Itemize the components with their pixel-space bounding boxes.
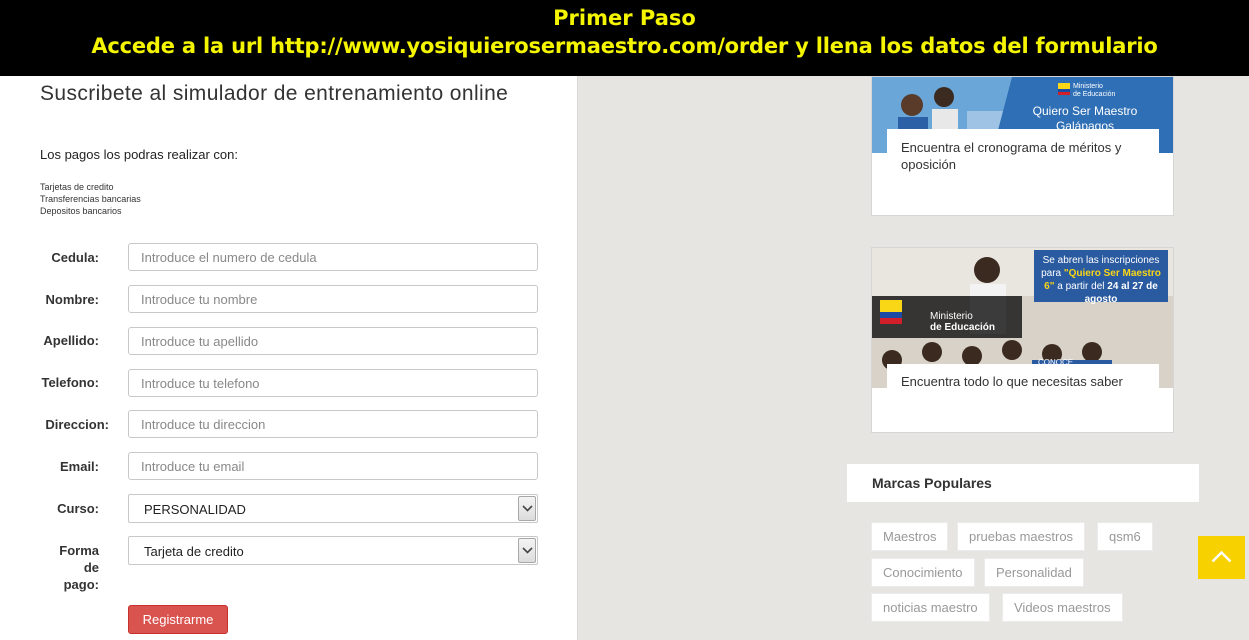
tag-conocimiento[interactable]: Conocimiento — [871, 558, 975, 587]
direccion-input[interactable] — [128, 410, 538, 438]
payment-method: Transferencias bancarias — [40, 194, 141, 204]
card-caption[interactable]: Encuentra el cronograma de méritos y opo… — [887, 129, 1159, 189]
nombre-label: Nombre: — [45, 292, 99, 307]
forma-pago-label: Forma de pago: — [59, 543, 99, 592]
curso-select[interactable]: PERSONALIDAD — [128, 494, 538, 523]
telefono-label: Telefono: — [41, 375, 99, 390]
form-title: Suscribete al simulador de entrenamiento… — [40, 82, 509, 105]
banner-instruction: Accede a la url http://www.yosiquieroser… — [91, 34, 1158, 58]
nombre-input[interactable] — [128, 285, 538, 313]
telefono-input[interactable] — [128, 369, 538, 397]
tag-qsm6[interactable]: qsm6 — [1097, 522, 1153, 551]
apellido-label: Apellido: — [43, 333, 99, 348]
tag-maestros[interactable]: Maestros — [871, 522, 949, 551]
curso-selected-value: PERSONALIDAD — [144, 502, 246, 517]
register-button[interactable]: Registrarme — [128, 605, 228, 634]
forma-pago-select[interactable]: Tarjeta de credito — [128, 536, 538, 565]
payment-method: Tarjetas de credito — [40, 182, 114, 192]
payment-method: Depositos bancarios — [40, 206, 122, 216]
card-caption[interactable]: Encuentra todo lo que necesitas saber — [887, 364, 1159, 418]
banner-step-title: Primer Paso — [553, 6, 696, 30]
chevron-down-icon[interactable] — [518, 538, 536, 563]
forma-pago-selected-value: Tarjeta de credito — [144, 544, 244, 559]
back-to-top-button[interactable] — [1198, 536, 1245, 579]
curso-label: Curso: — [57, 501, 99, 516]
sidebar-card-inscripciones[interactable]: Se abren las inscripciones para "Quiero … — [871, 247, 1174, 433]
popular-tags-heading: Marcas Populares — [847, 464, 1199, 502]
payment-methods-list: Tarjetas de credito Transferencias banca… — [40, 181, 141, 217]
cedula-input[interactable] — [128, 243, 538, 271]
tag-noticias-maestro[interactable]: noticias maestro — [871, 593, 990, 622]
chevron-up-icon — [1211, 550, 1232, 563]
tag-personalidad[interactable]: Personalidad — [984, 558, 1084, 587]
payments-intro: Los pagos los podras realizar con: — [40, 147, 239, 162]
tag-pruebas-maestros[interactable]: pruebas maestros — [957, 522, 1086, 551]
tag-videos-maestros[interactable]: Videos maestros — [1002, 593, 1123, 622]
cedula-label: Cedula: — [51, 250, 99, 265]
email-input[interactable] — [128, 452, 538, 480]
sidebar-card-cronograma[interactable]: Ministerio de Educación Quiero Ser Maest… — [871, 76, 1174, 216]
apellido-input[interactable] — [128, 327, 538, 355]
instruction-banner: Primer Paso Accede a la url http://www.y… — [0, 0, 1249, 76]
email-label: Email: — [59, 459, 99, 474]
chevron-down-icon[interactable] — [518, 496, 536, 521]
direccion-label: Direccion: — [45, 417, 109, 432]
